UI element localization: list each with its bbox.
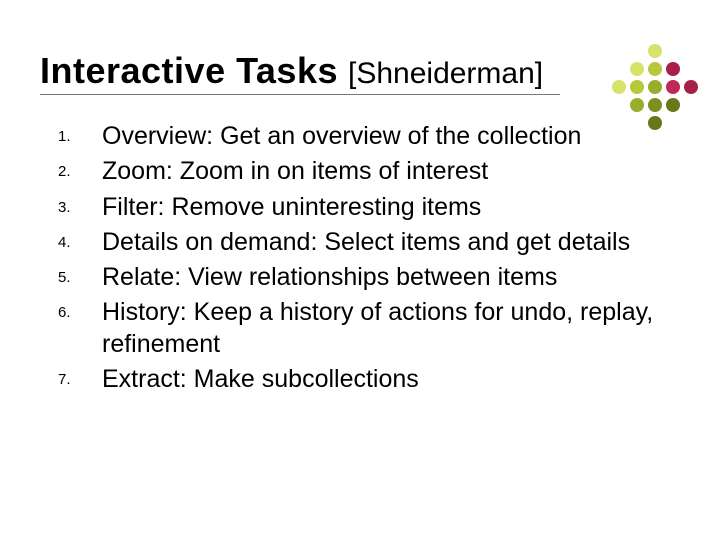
list-text: Relate: View relationships between items bbox=[102, 262, 680, 293]
list-item: 7. Extract: Make subcollections bbox=[54, 364, 680, 395]
list-number: 6. bbox=[54, 297, 102, 321]
list-number: 1. bbox=[54, 121, 102, 145]
title-citation: [Shneiderman] bbox=[348, 57, 543, 91]
list-text: Zoom: Zoom in on items of interest bbox=[102, 156, 680, 187]
slide-title: Interactive Tasks [Shneiderman] bbox=[40, 50, 680, 92]
list-text: Filter: Remove uninteresting items bbox=[102, 192, 680, 223]
list-number: 2. bbox=[54, 156, 102, 180]
list-text: Overview: Get an overview of the collect… bbox=[102, 121, 680, 152]
list-item: 1. Overview: Get an overview of the coll… bbox=[54, 121, 680, 152]
list-text: History: Keep a history of actions for u… bbox=[102, 297, 680, 360]
list-number: 7. bbox=[54, 364, 102, 388]
title-main: Interactive Tasks bbox=[40, 50, 338, 92]
slide: Interactive Tasks [Shneiderman] 1. Overv… bbox=[0, 0, 720, 540]
decor-dot-icon bbox=[648, 98, 662, 112]
list-item: 5. Relate: View relationships between it… bbox=[54, 262, 680, 293]
list-item: 6. History: Keep a history of actions fo… bbox=[54, 297, 680, 360]
title-underline bbox=[40, 94, 560, 95]
list-item: 2. Zoom: Zoom in on items of interest bbox=[54, 156, 680, 187]
decor-dot-icon bbox=[630, 98, 644, 112]
list-number: 4. bbox=[54, 227, 102, 251]
list-number: 5. bbox=[54, 262, 102, 286]
ordered-list: 1. Overview: Get an overview of the coll… bbox=[40, 121, 680, 395]
list-text: Details on demand: Select items and get … bbox=[102, 227, 680, 258]
list-item: 3. Filter: Remove uninteresting items bbox=[54, 192, 680, 223]
decor-dot-icon bbox=[666, 98, 680, 112]
decor-dot-icon bbox=[684, 80, 698, 94]
list-item: 4. Details on demand: Select items and g… bbox=[54, 227, 680, 258]
list-number: 3. bbox=[54, 192, 102, 216]
list-text: Extract: Make subcollections bbox=[102, 364, 680, 395]
